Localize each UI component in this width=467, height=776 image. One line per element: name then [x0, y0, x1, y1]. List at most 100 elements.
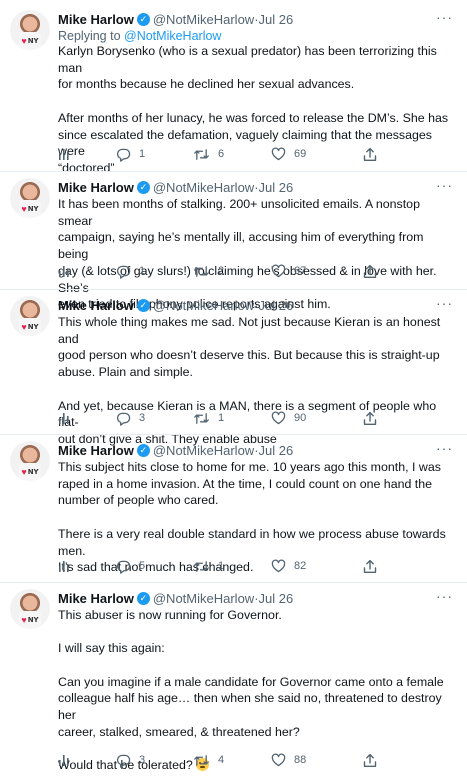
retweet-count: 6: [218, 148, 225, 160]
reply-button[interactable]: 3: [116, 411, 145, 426]
tweet[interactable]: ♥ NY Mike Harlow ✓ @NotMikeHarlow · Jul 26 ··…: [0, 441, 467, 576]
author-handle[interactable]: @NotMikeHarlow: [153, 443, 254, 458]
analytics-button[interactable]: [58, 753, 72, 767]
analytics-button[interactable]: [58, 147, 72, 161]
like-button[interactable]: 82: [271, 559, 306, 573]
more-horizontal-icon[interactable]: ···: [436, 178, 453, 192]
avatar-shirt: ♥ NY: [19, 611, 41, 629]
share-button[interactable]: [363, 753, 377, 768]
avatar[interactable]: ♥ NY: [10, 296, 50, 336]
retweet-button[interactable]: 1: [193, 559, 224, 574]
avatar[interactable]: ♥ NY: [10, 178, 50, 218]
retweet-icon: [193, 559, 210, 574]
avatar-shirt: ♥ NY: [19, 32, 41, 50]
retweet-count: 1: [218, 560, 225, 572]
tweet-date[interactable]: Jul 26: [259, 12, 294, 27]
retweet-icon: [193, 411, 210, 426]
author-name[interactable]: Mike Harlow: [58, 298, 134, 313]
tweet-header: Mike Harlow ✓ @NotMikeHarlow · Jul 26: [58, 178, 453, 196]
avatar-shirt: ♥ NY: [19, 318, 41, 336]
tweet-actions: 3 1 90: [58, 410, 453, 426]
analytics-button[interactable]: [58, 411, 72, 425]
author-handle[interactable]: @NotMikeHarlow: [153, 591, 254, 606]
tweet[interactable]: ♥ NY Mike Harlow ✓ @NotMikeHarlow · Jul 26 ··…: [0, 296, 467, 446]
retweet-button[interactable]: 2: [193, 264, 224, 279]
reply-button[interactable]: 1: [116, 264, 145, 279]
avatar-ny-logo: NY: [27, 468, 39, 476]
tweet[interactable]: ♥ NY Mike Harlow ✓ @NotMikeHarlow · Jul 26 ··…: [0, 10, 467, 175]
like-count: 88: [294, 754, 307, 766]
more-horizontal-icon[interactable]: ···: [436, 10, 453, 24]
author-handle[interactable]: @NotMikeHarlow: [153, 12, 254, 27]
share-icon: [363, 411, 377, 426]
like-icon: [271, 559, 286, 573]
avatar-ny-logo: NY: [27, 205, 39, 213]
reply-icon: [116, 559, 131, 574]
share-button[interactable]: [363, 264, 377, 279]
more-horizontal-icon[interactable]: ···: [436, 589, 453, 603]
author-name[interactable]: Mike Harlow: [58, 443, 134, 458]
text-line: “doctored”: [58, 160, 115, 175]
text-line: This whole thing makes me sad. Not just …: [58, 315, 441, 346]
tweet[interactable]: ♥ NY Mike Harlow ✓ @NotMikeHarlow · Jul 26 ··…: [0, 589, 467, 772]
retweet-icon: [193, 753, 210, 768]
author-name[interactable]: Mike Harlow: [58, 180, 134, 195]
reply-icon: [116, 264, 131, 279]
tweet-date[interactable]: Jul 26: [259, 298, 294, 313]
text-line: This subject hits close to home for me. …: [58, 460, 441, 474]
analytics-icon: [58, 147, 72, 161]
reply-handle-link[interactable]: @NotMikeHarlow: [124, 29, 221, 43]
retweet-button[interactable]: 1: [193, 411, 224, 426]
author-handle[interactable]: @NotMikeHarlow: [153, 180, 254, 195]
like-count: 90: [294, 412, 307, 424]
share-icon: [363, 753, 377, 768]
avatar[interactable]: ♥ NY: [10, 441, 50, 481]
reply-button[interactable]: 1: [116, 147, 145, 162]
text-line: campaign, saying he’s mentally ill, accu…: [58, 230, 424, 262]
share-button[interactable]: [363, 559, 377, 574]
tweet-actions: 1 6 69: [58, 146, 453, 162]
more-horizontal-icon[interactable]: ···: [436, 296, 453, 310]
more-horizontal-icon[interactable]: ···: [436, 441, 453, 455]
share-icon: [363, 264, 377, 279]
verified-badge-icon: ✓: [136, 443, 150, 457]
retweet-button[interactable]: 4: [193, 753, 224, 768]
text-line: for months because he declined her sexua…: [58, 77, 355, 92]
verified-badge-icon: ✓: [136, 298, 150, 312]
like-button[interactable]: 90: [271, 411, 306, 425]
text-line: colleague half his age… then when she sa…: [58, 691, 442, 723]
avatar[interactable]: ♥ NY: [10, 10, 50, 50]
share-button[interactable]: [363, 147, 377, 162]
like-count: 69: [294, 148, 307, 160]
reply-button[interactable]: 5: [116, 559, 145, 574]
author-name[interactable]: Mike Harlow: [58, 12, 134, 27]
share-button[interactable]: [363, 411, 377, 426]
tweet-date[interactable]: Jul 26: [259, 180, 294, 195]
like-button[interactable]: 69: [271, 147, 306, 161]
author-name[interactable]: Mike Harlow: [58, 591, 134, 606]
avatar[interactable]: ♥ NY: [10, 589, 50, 629]
text-line: career, stalked, smeared, & threatened h…: [58, 724, 300, 739]
analytics-button[interactable]: [58, 559, 72, 573]
verified-badge-icon: ✓: [136, 12, 150, 26]
like-button[interactable]: 88: [271, 753, 306, 767]
tweet-divider: [0, 171, 467, 172]
like-icon: [271, 147, 286, 161]
analytics-button[interactable]: [58, 264, 72, 278]
tweet-date[interactable]: Jul 26: [259, 443, 294, 458]
like-count: 67: [294, 265, 307, 277]
retweet-count: 2: [218, 265, 225, 277]
share-icon: [363, 147, 377, 162]
author-handle[interactable]: @NotMikeHarlow: [153, 298, 254, 313]
retweet-button[interactable]: 6: [193, 147, 224, 162]
tweet-date[interactable]: Jul 26: [259, 591, 294, 606]
reply-button[interactable]: 3: [116, 753, 145, 768]
analytics-icon: [58, 264, 72, 278]
text-line: number of people who cared.: [58, 493, 219, 508]
tweet-text: This whole thing makes me sad. Not just …: [58, 314, 453, 448]
share-icon: [363, 559, 377, 574]
like-button[interactable]: 67: [271, 264, 306, 278]
